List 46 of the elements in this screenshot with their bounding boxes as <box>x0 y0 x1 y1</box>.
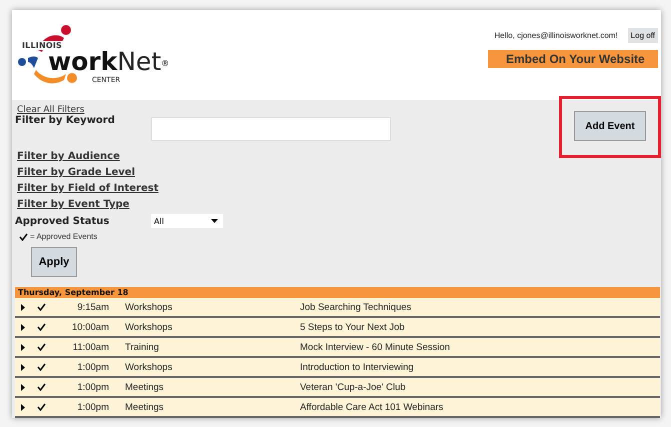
event-time: 11:00am <box>72 342 109 352</box>
event-category: Training <box>124 342 160 352</box>
event-title-link[interactable]: Veteran 'Cup-a-Joe' Club <box>300 382 406 392</box>
expand-icon[interactable] <box>21 324 25 330</box>
clear-filters-link[interactable]: Clear All Filters <box>17 105 391 115</box>
apply-button[interactable]: Apply <box>31 247 77 277</box>
event-title-link[interactable]: Job Searching Techniques <box>300 302 412 312</box>
expand-icon[interactable] <box>21 364 25 370</box>
event-time: 1:00pm <box>76 402 109 412</box>
event-time: 10:00am <box>71 322 109 332</box>
event-title-link[interactable]: Affordable Care Act 101 Webinars <box>300 402 444 412</box>
event-title-link[interactable]: Introduction to Interviewing <box>300 362 414 372</box>
expand-icon[interactable] <box>21 304 25 310</box>
expand-icon[interactable] <box>21 344 25 350</box>
add-event-button[interactable]: Add Event <box>574 111 646 141</box>
event-category: Workshops <box>124 362 174 372</box>
event-category: Workshops <box>124 322 174 332</box>
logo-brand-text: work <box>48 50 118 74</box>
filter-link[interactable]: Filter by Audience <box>17 151 391 162</box>
status-dropdown[interactable]: All <box>151 214 223 228</box>
filter-link[interactable]: Filter by Event Type <box>17 199 391 210</box>
expand-icon[interactable] <box>21 384 25 390</box>
logo-brand-text: Net <box>117 50 162 74</box>
greeting-text: Hello, cjones@illinoisworknet.com! <box>494 31 618 40</box>
expand-icon[interactable] <box>21 404 25 410</box>
dropdown-caret-icon <box>211 219 218 223</box>
embed-button[interactable]: Embed On Your Website <box>488 50 658 68</box>
keyword-field[interactable] <box>151 117 391 141</box>
event-category: Meetings <box>124 382 165 392</box>
event-time: 1:00pm <box>76 362 109 372</box>
event-category: Meetings <box>124 402 165 412</box>
keyword-label: Filter by Keyword <box>15 115 116 126</box>
log-off-button[interactable]: Log off <box>628 28 658 43</box>
filter-link[interactable]: Filter by Field of Interest <box>17 183 391 194</box>
event-time: 1:00pm <box>76 382 109 392</box>
logo-state-text: ILLINOIS <box>22 40 63 50</box>
day-heading: Thursday, September 18 <box>15 287 660 298</box>
approved-status-label: Approved Status <box>15 216 110 226</box>
filter-link[interactable]: Filter by Grade Level <box>17 167 391 178</box>
event-title-link[interactable]: Mock Interview - 60 Minute Session <box>300 342 450 352</box>
event-title-link[interactable]: 5 Steps to Your Next Job <box>300 322 405 332</box>
check-icon <box>19 232 28 240</box>
legend-text: = Approved Events <box>30 232 98 241</box>
event-time: 9:15am <box>76 302 109 312</box>
event-category: Workshops <box>124 302 174 312</box>
registered-mark: ® <box>161 58 170 70</box>
